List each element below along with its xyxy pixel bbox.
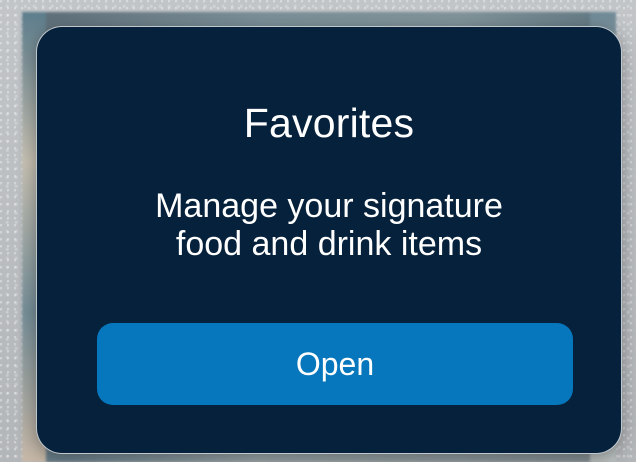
card-title: Favorites <box>243 100 415 146</box>
description-line-2: food and drink items <box>175 225 483 263</box>
description-line-1: Manage your signature <box>155 187 503 225</box>
card-description: Manage your signature food and drink ite… <box>77 187 581 263</box>
open-button[interactable]: Open <box>97 323 573 405</box>
favorites-card: Favorites Manage your signature food and… <box>36 26 622 454</box>
